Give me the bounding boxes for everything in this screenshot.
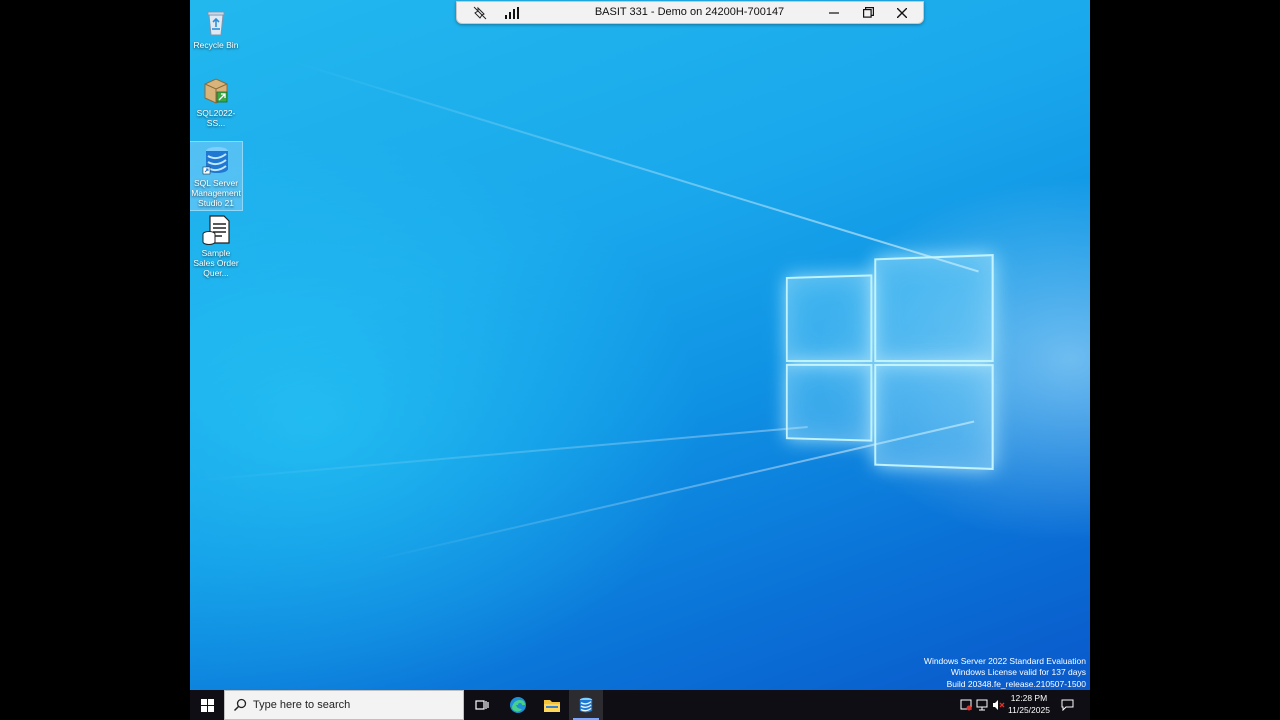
taskbar-search-box[interactable]: Type here to search (224, 690, 464, 720)
volume-muted-icon (992, 700, 1004, 710)
desktop-icon-label: SQL Server Management Studio 21 (191, 178, 241, 208)
rdp-pin-button[interactable] (465, 2, 495, 23)
sql-script-file-icon (202, 215, 230, 245)
watermark-edition: Windows Server 2022 Standard Evaluation (923, 655, 1086, 666)
folder-icon (544, 699, 560, 712)
taskbar: Type here to search 12:28 PM 11/25/2025 (190, 690, 1090, 720)
tray-defender[interactable] (958, 690, 974, 720)
wallpaper-beam (190, 425, 808, 482)
desktop-icon-sql-script[interactable]: Sample Sales Order Quer... (190, 212, 242, 278)
connection-quality-icon (505, 6, 519, 19)
logo-pane (785, 363, 873, 442)
start-button[interactable] (190, 690, 224, 720)
rdp-restore-button[interactable] (853, 2, 883, 23)
watermark-license: Windows License valid for 137 days (950, 667, 1086, 677)
taskbar-clock[interactable]: 12:28 PM 11/25/2025 (1004, 692, 1054, 716)
restore-icon (862, 7, 874, 18)
wallpaper-beam (289, 60, 979, 273)
defender-alert-icon (960, 699, 972, 711)
notification-icon (1061, 699, 1073, 711)
desktop-icon-recycle-bin[interactable]: Recycle Bin (190, 4, 242, 50)
ssms-icon (202, 147, 228, 175)
desktop-icon-label: Sample Sales Order Quer... (193, 248, 239, 278)
action-center-button[interactable] (1056, 690, 1078, 720)
desktop-icon-label: Recycle Bin (193, 40, 239, 50)
installer-package-icon (204, 78, 228, 104)
windows-version-watermark: Windows Server 2022 Standard Evaluation … (924, 656, 1086, 691)
minimize-icon (829, 11, 839, 14)
desktop-icon-label: SQL2022-SS... (196, 108, 236, 128)
logo-pane (785, 274, 873, 362)
close-icon (897, 7, 907, 18)
taskbar-ssms[interactable] (569, 690, 603, 720)
rdp-connection-bar: BASIT 331 - Demo on 24200H-700147 (456, 1, 924, 24)
rdp-connection-info-button[interactable] (497, 2, 527, 23)
taskbar-edge[interactable] (501, 690, 535, 720)
watermark-build: Build 20348.fe_release.210507-1500 (946, 678, 1086, 689)
clock-date: 11/25/2025 (1008, 705, 1050, 715)
remote-desktop-screen: Recycle Bin SQL2022-SS... SQL Server Man… (190, 0, 1090, 720)
tray-network[interactable] (974, 690, 990, 720)
taskbar-file-explorer[interactable] (535, 690, 569, 720)
rdp-close-button[interactable] (887, 2, 917, 23)
search-icon (233, 698, 247, 712)
desktop-icon-sql-installer[interactable]: SQL2022-SS... (190, 72, 242, 128)
logo-pane (874, 254, 994, 363)
logo-pane (874, 363, 994, 471)
clock-time: 12:28 PM (1010, 693, 1048, 703)
rdp-session-title: BASIT 331 - Demo on 24200H-700147 (594, 6, 785, 18)
desktop-icon-ssms[interactable]: SQL Server Management Studio 21 (190, 141, 243, 211)
taskbar-task-view[interactable] (465, 690, 499, 720)
windows-logo (785, 250, 994, 472)
edge-icon (510, 697, 526, 713)
unpin-icon (473, 6, 487, 19)
windows-start-icon (200, 698, 214, 712)
task-view-icon (475, 700, 489, 710)
ssms-icon (579, 697, 593, 713)
search-placeholder: Type here to search (253, 699, 351, 711)
network-icon (976, 699, 988, 711)
recycle-bin-icon (207, 11, 225, 36)
rdp-minimize-button[interactable] (819, 2, 849, 23)
